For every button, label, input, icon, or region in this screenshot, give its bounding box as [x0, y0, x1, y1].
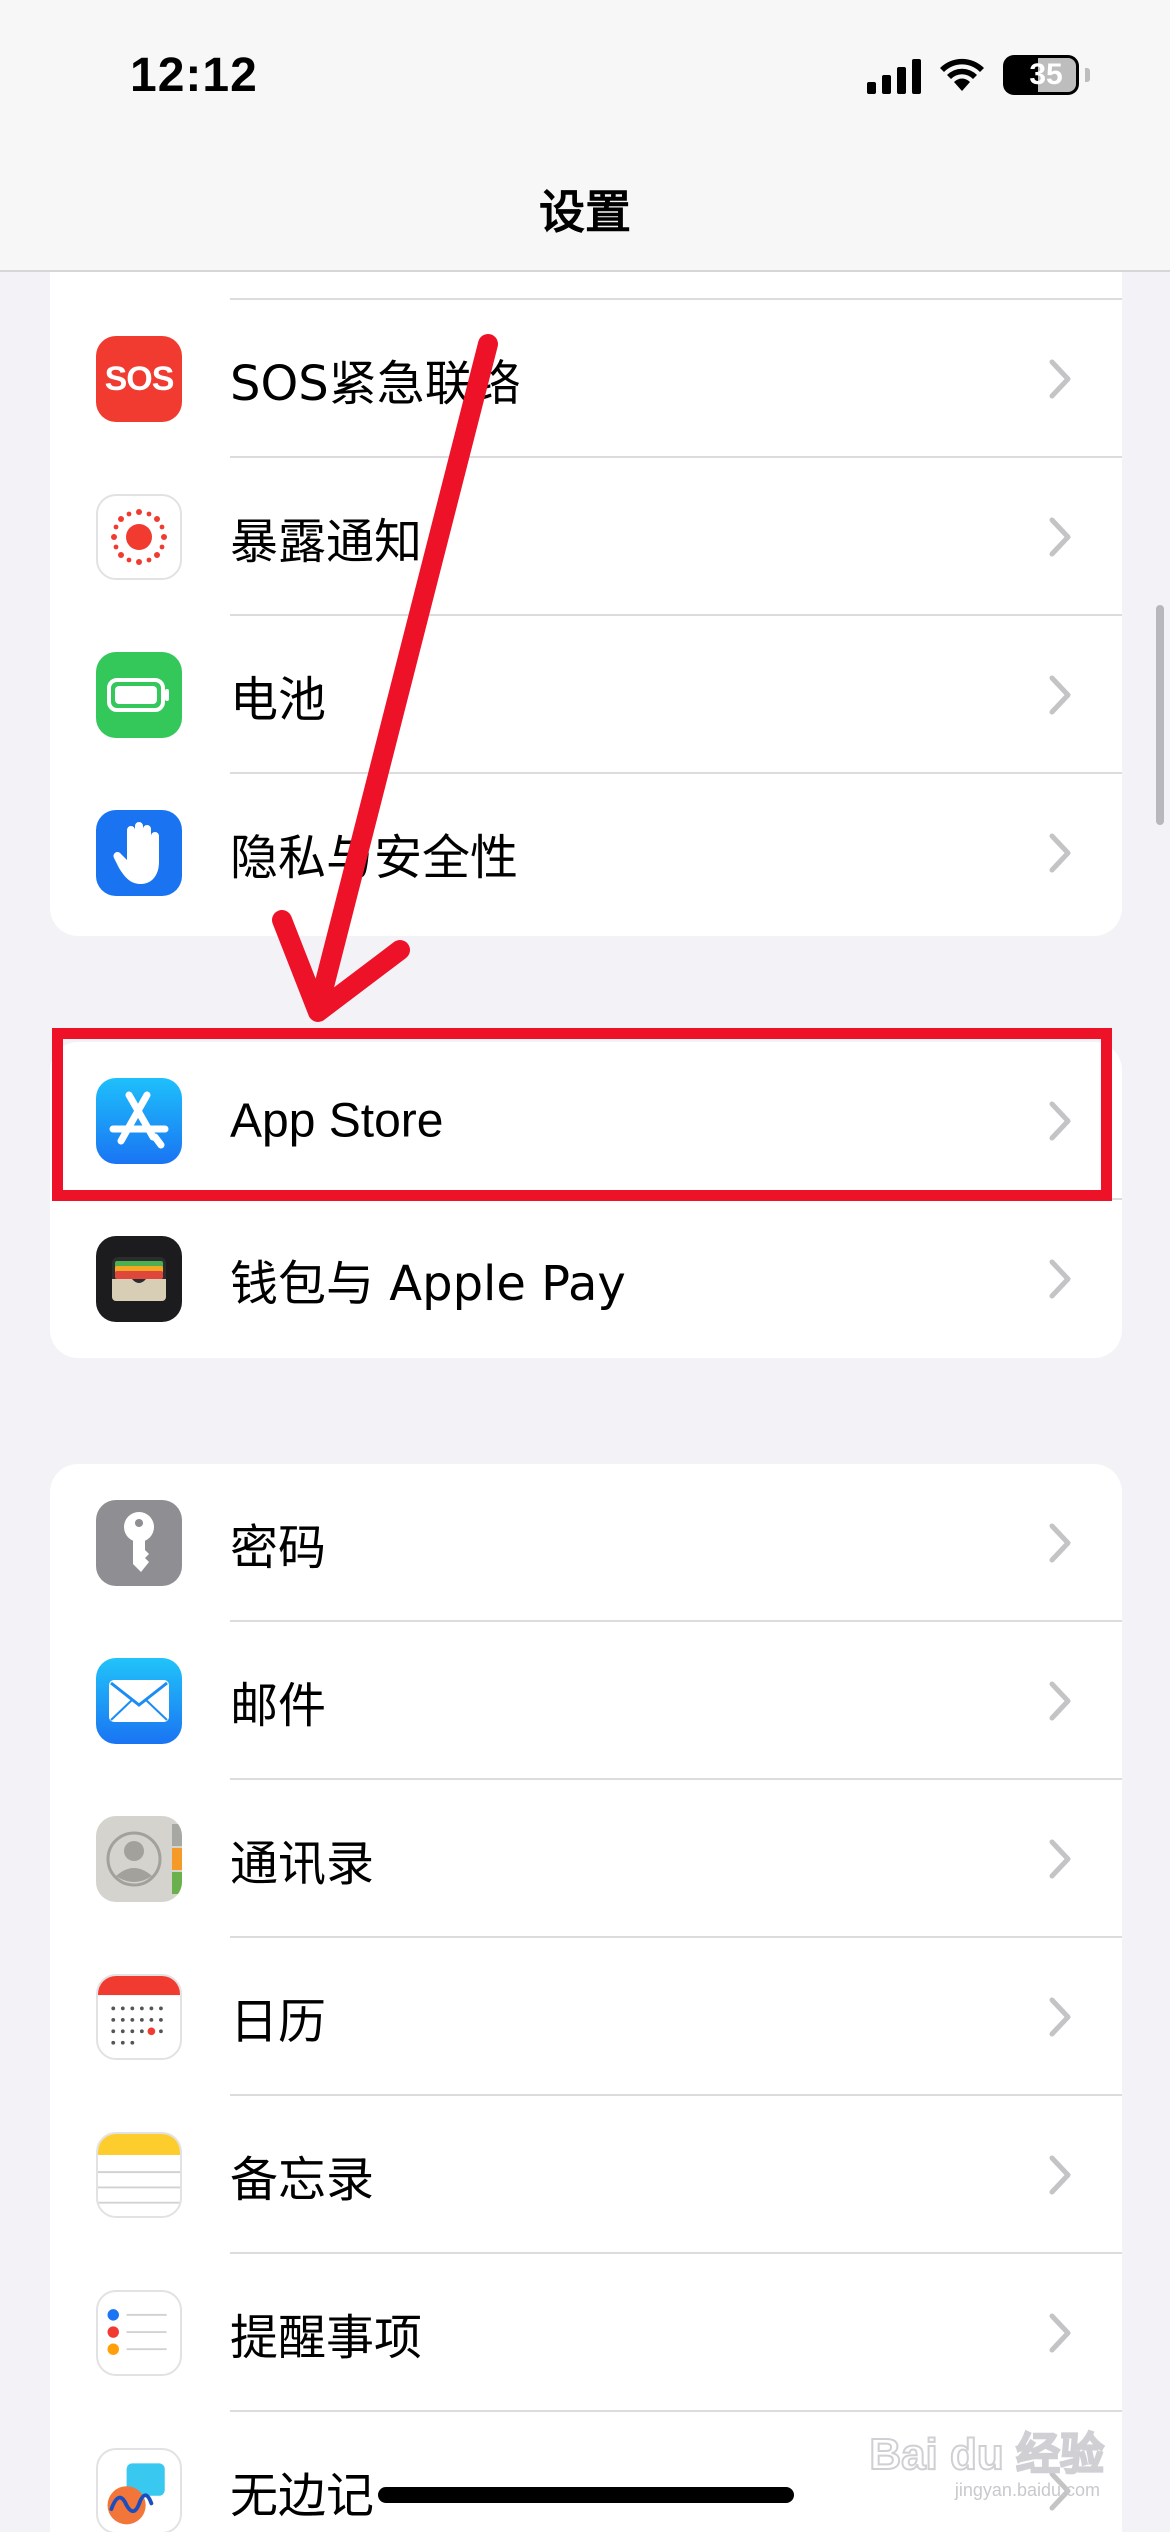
reminders-icon [96, 2290, 182, 2376]
notes-icon [96, 2132, 182, 2218]
row-label: SOS紧急联络 [230, 356, 521, 412]
row-label: 隐私与安全性 [230, 830, 519, 886]
key-icon [96, 1500, 182, 1586]
baidu-watermark-url: jingyan.baidu.com [954, 2480, 1100, 2500]
cellular-signal-icon [867, 56, 921, 94]
row-label: 邮件 [230, 1678, 327, 1734]
settings-row-battery[interactable]: 电池 [50, 616, 1122, 774]
battery-icon [96, 652, 182, 738]
row-label: 钱包与 Apple Pay [230, 1256, 626, 1312]
settings-row-privacy[interactable]: 隐私与安全性 [50, 774, 1122, 932]
settings-group-1: SOS SOS紧急联络 暴露通知 电池 隐私与安全性 [50, 250, 1122, 936]
settings-row-contacts[interactable]: 通讯录 [50, 1780, 1122, 1938]
settings-row-calendar[interactable]: 日历 [50, 1938, 1122, 2096]
calendar-icon [96, 1974, 182, 2060]
page-title: 设置 [539, 185, 631, 239]
freeform-icon [96, 2448, 182, 2532]
wifi-icon [940, 58, 984, 91]
wallet-icon [96, 1236, 182, 1322]
settings-row-exposure-notifications[interactable]: 暴露通知 [50, 458, 1122, 616]
chevron-right-icon [1049, 1839, 1071, 1879]
chevron-right-icon [1049, 1997, 1071, 2037]
row-label: 无边记 [230, 2468, 375, 2524]
row-label: 电池 [230, 672, 327, 728]
sos-icon: SOS [96, 336, 182, 422]
row-label: 暴露通知 [230, 514, 423, 570]
settings-row-wallet[interactable]: 钱包与 Apple Pay [50, 1200, 1122, 1358]
status-icons: 35 [867, 52, 1090, 98]
chevron-right-icon [1049, 1523, 1071, 1563]
settings-group-3: 密码 邮件 通讯录 日历 备忘录 提醒事项 无边记 [50, 1464, 1122, 2532]
chevron-right-icon [1049, 359, 1071, 399]
chevron-right-icon [1049, 2155, 1071, 2195]
exposure-icon [96, 494, 182, 580]
settings-row-sos[interactable]: SOS SOS紧急联络 [50, 300, 1122, 458]
row-label: 日历 [230, 1994, 327, 2050]
chevron-right-icon [1049, 2313, 1071, 2353]
settings-row-notes[interactable]: 备忘录 [50, 2096, 1122, 2254]
settings-row-reminders[interactable]: 提醒事项 [50, 2254, 1122, 2412]
battery-level: 35 [1029, 58, 1063, 91]
settings-row-passwords[interactable]: 密码 [50, 1464, 1122, 1622]
contacts-icon [96, 1816, 182, 1902]
navigation-header: 12:12 35 设置 [0, 0, 1170, 272]
hand-icon [96, 810, 182, 896]
row-label: 提醒事项 [230, 2310, 423, 2366]
highlight-box-annotation [52, 1028, 1112, 1201]
battery-indicator: 35 [1003, 55, 1079, 95]
chevron-right-icon [1049, 1681, 1071, 1721]
chevron-right-icon [1049, 675, 1071, 715]
settings-row-mail[interactable]: 邮件 [50, 1622, 1122, 1780]
home-indicator[interactable] [378, 2487, 794, 2503]
battery-tip [1085, 68, 1090, 82]
chevron-right-icon [1049, 1259, 1071, 1299]
baidu-watermark: Bai du 经验 [868, 2429, 1105, 2480]
chevron-right-icon [1049, 833, 1071, 873]
chevron-right-icon [1049, 517, 1071, 557]
mail-icon [96, 1658, 182, 1744]
row-label: 备忘录 [230, 2152, 375, 2208]
scroll-indicator[interactable] [1156, 605, 1164, 825]
status-time: 12:12 [130, 49, 258, 102]
row-label: 通讯录 [230, 1836, 375, 1892]
row-label: 密码 [230, 1520, 327, 1576]
